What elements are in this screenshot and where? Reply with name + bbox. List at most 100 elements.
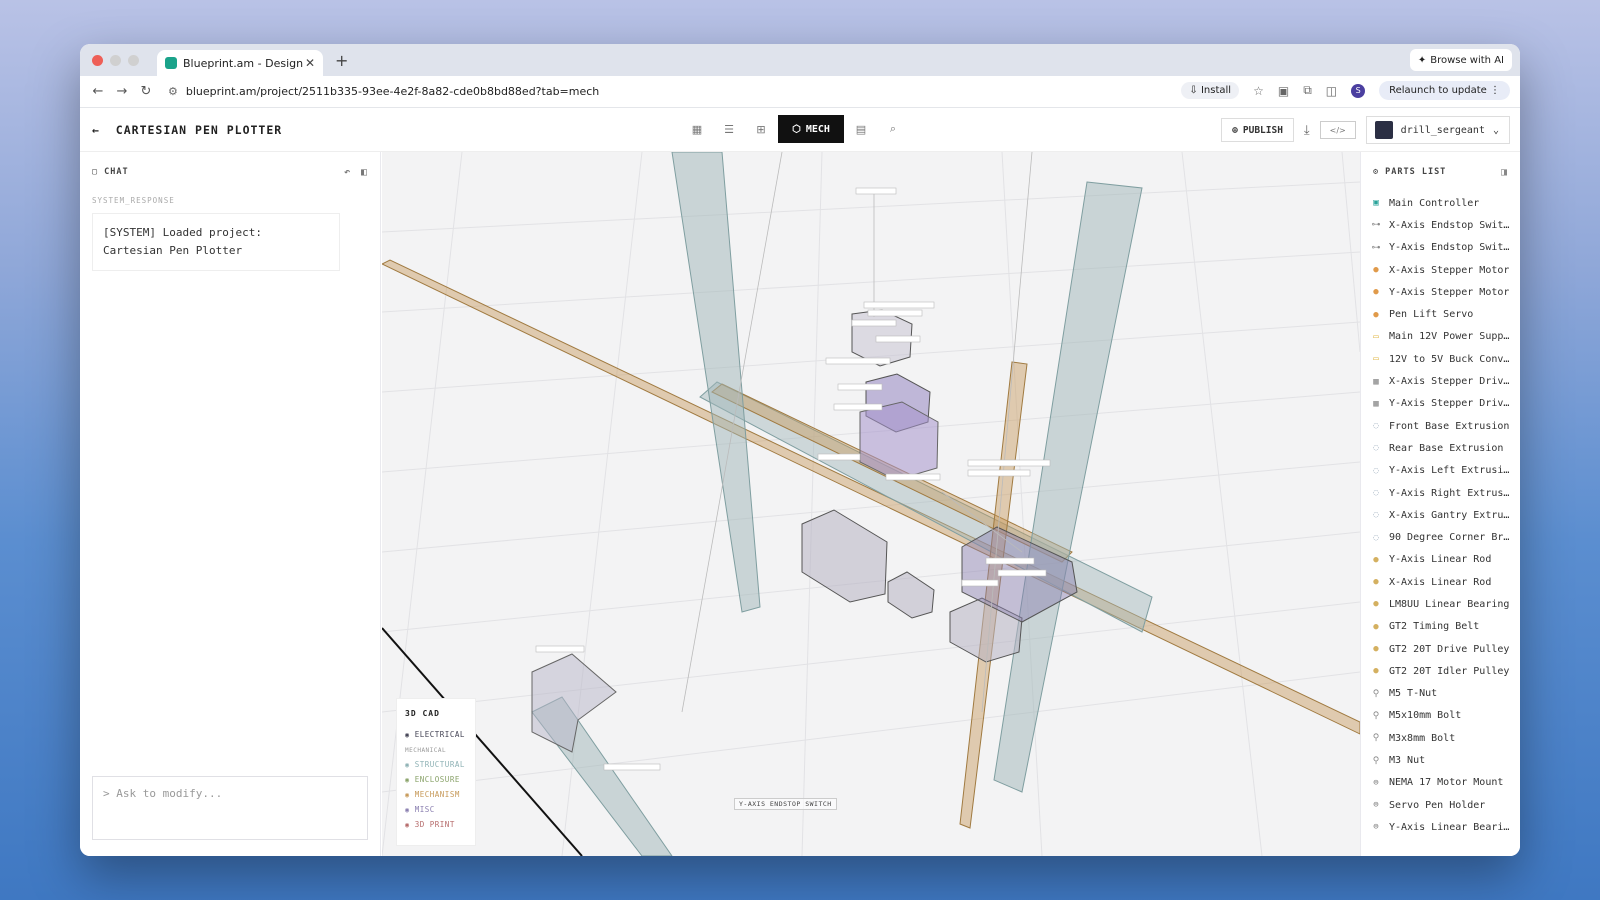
parts-list-item[interactable]: ◌ Front Base Extrusion: [1361, 415, 1520, 437]
publish-label: PUBLISH: [1242, 124, 1283, 136]
legend-electrical[interactable]: ◉ ELECTRICAL: [405, 730, 467, 739]
cad-viewport[interactable]: Y-AXIS ENDSTOP SWITCH 3D CAD ◉ ELECTRICA…: [382, 152, 1360, 856]
parts-list-item[interactable]: ▦ Y-Axis Stepper Driver: [1361, 393, 1520, 415]
close-window-button[interactable]: [92, 54, 103, 66]
system-message-line-1: [SYSTEM] Loaded project:: [103, 226, 262, 239]
motor-icon: ●: [1373, 287, 1379, 298]
y-axis-stepper-motor[interactable]: [531, 653, 617, 753]
undo-icon[interactable]: ↶: [344, 167, 351, 178]
parts-list-item[interactable]: ◌ X-Axis Gantry Extrus…: [1361, 504, 1520, 526]
collapse-panel-icon[interactable]: ◨: [1501, 167, 1508, 178]
parts-list-item[interactable]: ⊜ Servo Pen Holder: [1361, 794, 1520, 816]
user-menu[interactable]: drill_sergeant ⌄: [1365, 116, 1510, 144]
publish-button[interactable]: ⊕ PUBLISH: [1221, 118, 1294, 142]
parts-list-item[interactable]: ▦ X-Axis Stepper Driver: [1361, 370, 1520, 392]
parts-list-item[interactable]: ● LM8UU Linear Bearing: [1361, 593, 1520, 615]
collapse-panel-icon[interactable]: ◧: [361, 167, 368, 178]
install-icon: ⇩: [1189, 85, 1201, 96]
url-field[interactable]: ⚙ blueprint.am/project/2511b335-93ee-4e2…: [168, 85, 599, 98]
parts-list-item[interactable]: ● Y-Axis Linear Rod: [1361, 549, 1520, 571]
parts-list-item[interactable]: ● GT2 20T Drive Pulley: [1361, 638, 1520, 660]
eye-icon: ◉: [405, 775, 410, 784]
parts-list-item-label: M5x10mm Bolt: [1389, 710, 1462, 722]
back-arrow-icon: ←: [92, 122, 100, 137]
browser-tab[interactable]: Blueprint.am - Design ✕: [157, 50, 323, 76]
parts-list-item[interactable]: ⊶ X-Axis Endstop Switch: [1361, 214, 1520, 236]
puzzle-icon[interactable]: ⧉: [1303, 83, 1312, 98]
username: drill_sergeant: [1400, 124, 1485, 136]
legend-misc[interactable]: ◉ MISC: [405, 805, 467, 814]
parts-list-item[interactable]: ● X-Axis Stepper Motor: [1361, 259, 1520, 281]
code-button[interactable]: </>: [1319, 121, 1356, 139]
kebab-menu-icon: ⋮: [1490, 85, 1500, 96]
parts-list-item[interactable]: ▭ 12V to 5V Buck Conve…: [1361, 348, 1520, 370]
parts-list-item[interactable]: ⚲ M3 Nut: [1361, 749, 1520, 771]
parts-list-item[interactable]: ◌ Y-Axis Left Extrusion: [1361, 460, 1520, 482]
parts-list-item-label: LM8UU Linear Bearing: [1389, 598, 1510, 610]
parts-list-item-label: X-Axis Stepper Driver: [1389, 376, 1512, 388]
chat-input[interactable]: > Ask to modify...: [92, 776, 368, 840]
forward-icon[interactable]: →: [110, 84, 134, 99]
legend-3d-print-label: 3D PRINT: [414, 820, 455, 829]
site-settings-icon[interactable]: ⚙: [168, 85, 178, 98]
parts-list-item[interactable]: ⊜ Y-Axis Linear Bearin…: [1361, 816, 1520, 838]
tab-mech[interactable]: ⬡ MECH: [778, 115, 844, 143]
x-axis-stepper-driver[interactable]: [887, 571, 935, 619]
back-icon[interactable]: ←: [86, 84, 110, 99]
legend-mechanism[interactable]: ◉ MECHANISM: [405, 790, 467, 799]
reload-icon[interactable]: ↻: [134, 84, 158, 99]
y-axis-left-extrusion[interactable]: [671, 152, 761, 613]
parts-list-item[interactable]: ⊶ Y-Axis Endstop Switch: [1361, 237, 1520, 259]
download-icon[interactable]: ⤓: [1304, 123, 1310, 138]
parts-list-item[interactable]: ◌ Rear Base Extrusion: [1361, 437, 1520, 459]
chat-panel: ▢ CHAT ↶ ◧ SYSTEM_RESPONSE [SYSTEM] Load…: [80, 152, 381, 856]
parts-list-item-label: 90 Degree Corner Bra…: [1389, 532, 1512, 544]
circle-icon: ◌: [1373, 488, 1379, 498]
parts-list-item[interactable]: ▭ Main 12V Power Supply: [1361, 326, 1520, 348]
parts-list: ▣ Main Controller ⊶ X-Axis Endstop Switch ⊶ Y…: [1361, 192, 1520, 839]
parts-list-item-label: M3 Nut: [1389, 755, 1426, 767]
list-mode-icon[interactable]: ☰: [714, 115, 744, 143]
back-to-projects-button[interactable]: ← CARTESIAN PEN PLOTTER: [92, 123, 282, 137]
parts-list-item[interactable]: ● GT2 Timing Belt: [1361, 616, 1520, 638]
parts-list-item[interactable]: ◌ 90 Degree Corner Bra…: [1361, 526, 1520, 548]
minimize-window-button[interactable]: [110, 54, 121, 66]
parts-list-item[interactable]: ⊜ NEMA 17 Motor Mount: [1361, 772, 1520, 794]
parts-list-item[interactable]: ● X-Axis Linear Rod: [1361, 571, 1520, 593]
legend-3d-print[interactable]: ◉ 3D PRINT: [405, 820, 467, 829]
parts-list-item[interactable]: ▣ Main Controller: [1361, 192, 1520, 214]
parts-list-item[interactable]: ⚲ M5 T-Nut: [1361, 683, 1520, 705]
parts-list-item[interactable]: ⚲ M5x10mm Bolt: [1361, 705, 1520, 727]
parts-list-item-label: Servo Pen Holder: [1389, 799, 1486, 811]
parts-list-item[interactable]: ● GT2 20T Idler Pulley: [1361, 660, 1520, 682]
legend-enclosure[interactable]: ◉ ENCLOSURE: [405, 775, 467, 784]
parts-list-item[interactable]: ● Y-Axis Stepper Motor: [1361, 281, 1520, 303]
system-message-line-2: Cartesian Pen Plotter: [103, 244, 243, 257]
zoom-window-button[interactable]: [128, 54, 139, 66]
document-mode-icon[interactable]: ▤: [846, 115, 876, 143]
parts-list-item[interactable]: ⚲ M3x8mm Bolt: [1361, 727, 1520, 749]
endstop-annotation: Y-AXIS ENDSTOP SWITCH: [734, 798, 837, 810]
image-mode-icon[interactable]: ▦: [682, 115, 712, 143]
browse-with-ai-button[interactable]: ✦ Browse with AI: [1409, 49, 1512, 71]
parts-list-item[interactable]: ● Pen Lift Servo: [1361, 303, 1520, 325]
search-mode-icon[interactable]: ⌕: [878, 115, 908, 143]
sidepanel-icon[interactable]: ◫: [1326, 84, 1337, 98]
legend-title: 3D CAD: [405, 709, 440, 718]
extension-icon[interactable]: ▣: [1278, 84, 1289, 98]
app-header: ← CARTESIAN PEN PLOTTER ▦ ☰ ⊞ ⬡ MECH ▤ ⌕…: [80, 108, 1520, 152]
parts-list-item[interactable]: ◌ Y-Axis Right Extrusi…: [1361, 482, 1520, 504]
schematic-mode-icon[interactable]: ⊞: [746, 115, 776, 143]
profile-avatar[interactable]: S: [1351, 83, 1366, 98]
browser-window: Blueprint.am - Design ✕ + ✦ Browse with …: [80, 44, 1520, 856]
legend-structural[interactable]: ◉ STRUCTURAL: [405, 760, 467, 769]
install-button[interactable]: ⇩ Install: [1181, 82, 1240, 99]
bookmark-star-icon[interactable]: ☆: [1253, 84, 1264, 98]
parts-list-item-label: GT2 Timing Belt: [1389, 621, 1480, 633]
chat-title: CHAT: [104, 167, 129, 177]
tab-close-icon[interactable]: ✕: [305, 56, 315, 70]
relaunch-button[interactable]: Relaunch to update ⋮: [1379, 81, 1510, 100]
new-tab-button[interactable]: +: [335, 51, 348, 70]
relaunch-label: Relaunch to update: [1389, 85, 1487, 96]
parts-list-item-label: Pen Lift Servo: [1389, 309, 1474, 321]
